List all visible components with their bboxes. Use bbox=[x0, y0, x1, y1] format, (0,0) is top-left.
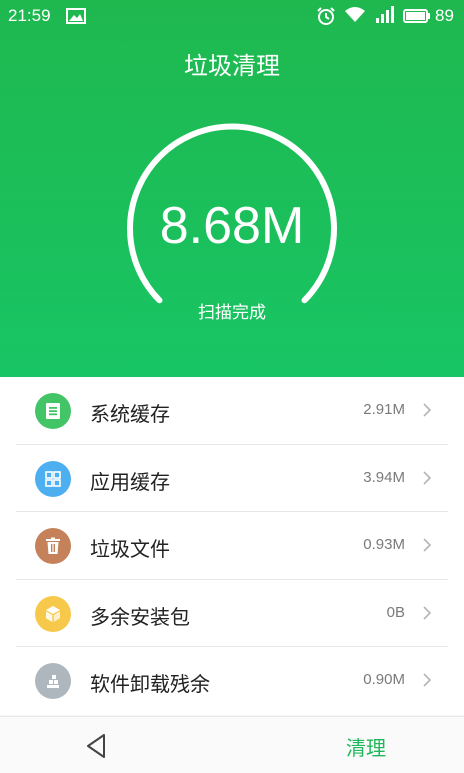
clean-button[interactable]: 清理 bbox=[346, 732, 386, 761]
alarm-icon bbox=[317, 7, 335, 25]
item-size: 3.94M bbox=[363, 468, 405, 486]
list-item-uninstall-residue[interactable]: 软件卸载残余 0.90M bbox=[16, 647, 448, 715]
item-label: 多余安装包 bbox=[90, 604, 190, 629]
chevron-right-icon bbox=[423, 605, 432, 620]
list-item-junk-files[interactable]: 垃圾文件 0.93M bbox=[16, 512, 448, 580]
list-item-app-cache[interactable]: 应用缓存 3.94M bbox=[16, 445, 448, 512]
back-icon[interactable] bbox=[82, 731, 112, 761]
wifi-icon bbox=[345, 7, 365, 22]
chevron-right-icon bbox=[423, 673, 432, 687]
status-bar: 21:59 89 bbox=[0, 0, 464, 32]
item-label: 应用缓存 bbox=[90, 469, 170, 494]
battery-icon bbox=[403, 9, 430, 23]
item-label: 系统缓存 bbox=[90, 402, 170, 426]
item-size: 2.91M bbox=[363, 401, 405, 418]
item-size: 0.93M bbox=[363, 536, 405, 553]
trash-icon bbox=[35, 528, 71, 564]
bottom-bar: 清理 bbox=[0, 716, 464, 773]
residue-icon bbox=[35, 663, 71, 699]
page-title: 垃圾清理 bbox=[184, 52, 280, 80]
chevron-right-icon bbox=[423, 470, 432, 485]
chevron-right-icon bbox=[423, 538, 432, 552]
item-label: 软件卸载残余 bbox=[90, 672, 210, 696]
package-icon bbox=[35, 595, 71, 632]
item-label: 垃圾文件 bbox=[90, 537, 170, 561]
item-size: 0B bbox=[386, 603, 405, 621]
list-item-system-cache[interactable]: 系统缓存 2.91M bbox=[16, 377, 448, 445]
scan-status: 扫描完成 bbox=[198, 303, 266, 323]
battery-level: 89 bbox=[435, 6, 454, 25]
grid-icon bbox=[35, 460, 71, 497]
junk-category-list: 系统缓存 2.91M 应用缓存 3.94M 垃圾文件 0.93M 多余安装包 0… bbox=[0, 377, 464, 715]
status-time: 21:59 bbox=[8, 6, 51, 25]
image-icon bbox=[66, 8, 86, 24]
item-size: 0.90M bbox=[363, 671, 405, 688]
header-panel: 21:59 89 垃圾清理 8.68M 扫描完成 bbox=[0, 0, 464, 377]
list-item-extra-packages[interactable]: 多余安装包 0B bbox=[16, 580, 448, 647]
document-icon bbox=[35, 393, 71, 429]
signal-icon bbox=[376, 6, 394, 23]
junk-size-value: 8.68M bbox=[159, 197, 305, 255]
chevron-right-icon bbox=[423, 403, 432, 417]
